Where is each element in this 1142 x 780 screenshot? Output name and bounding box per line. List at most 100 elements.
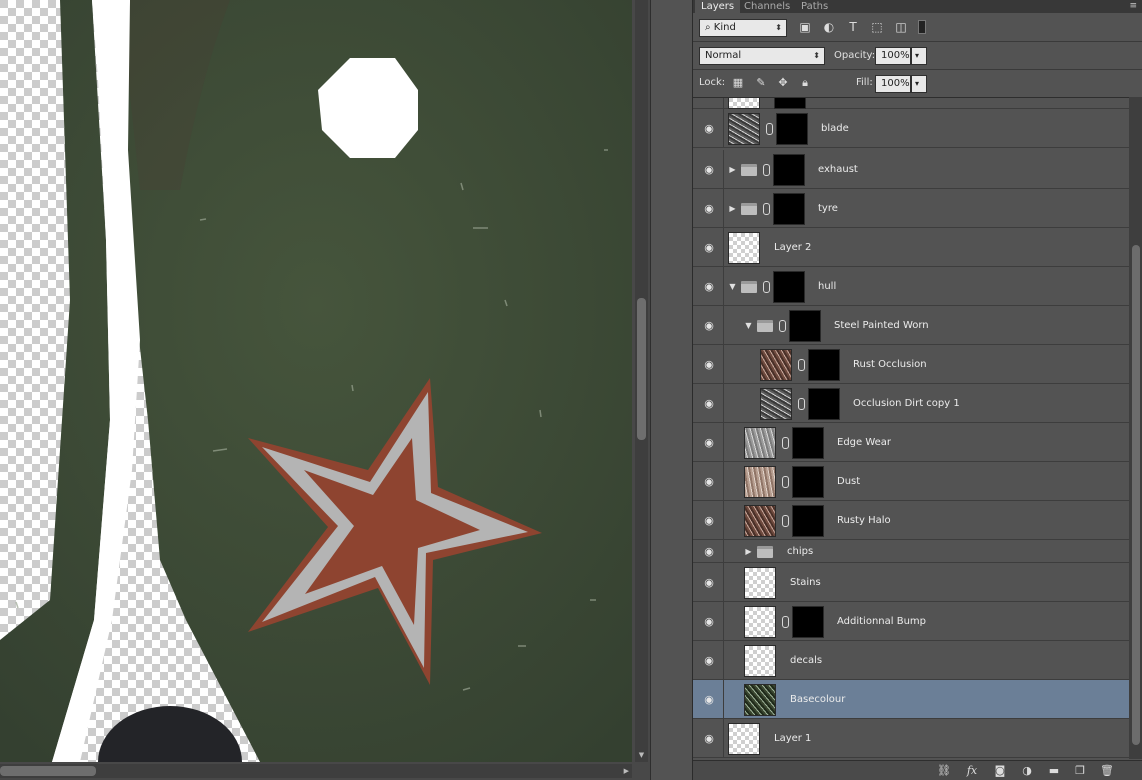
- layer-row[interactable]: ◉ Dust: [693, 462, 1129, 501]
- layer-mask-thumbnail[interactable]: [808, 348, 840, 381]
- pixel-filter-icon[interactable]: ▣: [798, 20, 812, 34]
- layer-thumbnail[interactable]: [744, 605, 776, 638]
- layer-name[interactable]: chips: [787, 546, 813, 557]
- layer-row[interactable]: ◉ Rusty Halo: [693, 501, 1129, 540]
- layer-row[interactable]: ◉ Edge Wear: [693, 423, 1129, 462]
- visibility-eye-icon[interactable]: ◉: [702, 616, 716, 627]
- panel-menu-icon[interactable]: ≡: [1129, 0, 1137, 13]
- smart-object-filter-icon[interactable]: ◫: [894, 20, 908, 34]
- layer-row[interactable]: ◉ Stains: [693, 563, 1129, 602]
- mask-link-chain-icon[interactable]: [782, 436, 789, 449]
- collapse-triangle-icon[interactable]: ▼: [728, 282, 737, 291]
- expand-triangle-icon[interactable]: ▶: [744, 547, 753, 556]
- mask-link-chain-icon[interactable]: [763, 202, 770, 215]
- mask-link-chain-icon[interactable]: [779, 319, 786, 332]
- layer-row[interactable]: ◉ Rust Occlusion: [693, 345, 1129, 384]
- layer-row[interactable]: ◉ blade: [693, 109, 1129, 148]
- new-group-folder-icon[interactable]: ▬: [1047, 764, 1061, 778]
- canvas-horizontal-scrollbar[interactable]: ▶: [0, 764, 632, 778]
- mask-link-chain-icon[interactable]: [763, 280, 770, 293]
- expand-triangle-icon[interactable]: ▶: [728, 165, 737, 174]
- visibility-eye-icon[interactable]: ◉: [702, 281, 716, 292]
- visibility-eye-icon[interactable]: ◉: [702, 577, 716, 588]
- layer-name[interactable]: Rust Occlusion: [853, 359, 927, 370]
- collapse-triangle-icon[interactable]: ▼: [744, 321, 753, 330]
- layer-name[interactable]: Rusty Halo: [837, 515, 891, 526]
- layer-thumbnail[interactable]: [744, 465, 776, 498]
- layer-row[interactable]: ◉ ▼ Steel Painted Worn: [693, 306, 1129, 345]
- layers-vscroll-thumb[interactable]: [1132, 245, 1140, 745]
- lock-all-padlock-icon[interactable]: 🔒︎: [798, 76, 812, 90]
- layer-name[interactable]: tyre: [818, 203, 838, 214]
- layer-name[interactable]: Steel Painted Worn: [834, 320, 929, 331]
- layer-row[interactable]: ◉ Basecolour: [693, 680, 1129, 719]
- fx-layer-style-icon[interactable]: fx: [965, 764, 979, 778]
- canvas-vertical-scrollbar[interactable]: ▼: [635, 0, 648, 762]
- scroll-down-arrow-icon[interactable]: ▼: [637, 751, 646, 760]
- visibility-eye-icon[interactable]: ◉: [702, 203, 716, 214]
- canvas-vscroll-thumb[interactable]: [637, 298, 646, 440]
- layer-name[interactable]: Layer 1: [774, 733, 811, 744]
- filter-kind-select[interactable]: ⌕ Kind ⬍: [699, 19, 787, 37]
- new-layer-icon[interactable]: ❐: [1073, 764, 1087, 778]
- mask-link-chain-icon[interactable]: [782, 514, 789, 527]
- opacity-dropdown-button[interactable]: ▾: [911, 47, 927, 65]
- lock-image-brush-icon[interactable]: ✎: [754, 76, 768, 90]
- layer-name[interactable]: decals: [790, 655, 822, 666]
- lock-transparency-icon[interactable]: ▦: [731, 76, 745, 90]
- layer-row[interactable]: ◉ Layer 2: [693, 228, 1129, 267]
- layer-row-clipped[interactable]: [693, 98, 1129, 109]
- tab-paths[interactable]: Paths: [795, 0, 834, 13]
- layer-row[interactable]: ◉ Additionnal Bump: [693, 602, 1129, 641]
- blend-mode-select[interactable]: Normal ⬍: [699, 47, 825, 65]
- visibility-eye-icon[interactable]: ◉: [702, 242, 716, 253]
- visibility-eye-icon[interactable]: ◉: [702, 437, 716, 448]
- layer-row[interactable]: ◉ Occlusion Dirt copy 1: [693, 384, 1129, 423]
- layer-mask-thumbnail[interactable]: [808, 387, 840, 420]
- adjustment-filter-icon[interactable]: ◐: [822, 20, 836, 34]
- visibility-eye-icon[interactable]: ◉: [702, 733, 716, 744]
- visibility-eye-icon[interactable]: ◉: [702, 546, 716, 557]
- layer-mask-thumbnail[interactable]: [792, 504, 824, 537]
- layer-mask-thumbnail[interactable]: [792, 605, 824, 638]
- adjustment-layer-icon[interactable]: ◑: [1020, 764, 1034, 778]
- mask-link-chain-icon[interactable]: [798, 358, 805, 371]
- visibility-eye-icon[interactable]: ◉: [702, 398, 716, 409]
- mask-link-chain-icon[interactable]: [798, 397, 805, 410]
- mask-link-chain-icon[interactable]: [782, 475, 789, 488]
- layer-thumbnail[interactable]: [760, 348, 792, 381]
- layer-name[interactable]: blade: [821, 123, 849, 134]
- visibility-eye-icon[interactable]: ◉: [702, 694, 716, 705]
- layer-thumbnail[interactable]: [744, 504, 776, 537]
- fill-dropdown-button[interactable]: ▾: [911, 75, 927, 93]
- layer-name[interactable]: exhaust: [818, 164, 858, 175]
- layer-name[interactable]: Layer 2: [774, 242, 811, 253]
- layer-mask-thumbnail[interactable]: [773, 153, 805, 186]
- layer-thumbnail[interactable]: [728, 112, 760, 145]
- layer-name[interactable]: Basecolour: [790, 694, 845, 705]
- layer-mask-thumbnail[interactable]: [789, 309, 821, 342]
- layer-mask-thumbnail[interactable]: [792, 465, 824, 498]
- add-mask-icon[interactable]: ◙: [993, 764, 1007, 778]
- layer-mask-thumbnail[interactable]: [776, 112, 808, 145]
- mask-link-chain-icon[interactable]: [766, 122, 773, 135]
- layers-vertical-scrollbar[interactable]: [1129, 97, 1142, 759]
- canvas-hscroll-thumb[interactable]: [0, 766, 96, 776]
- scroll-right-arrow-icon[interactable]: ▶: [624, 766, 629, 776]
- layer-name[interactable]: Stains: [790, 577, 821, 588]
- layer-row[interactable]: ◉ ▼ hull: [693, 267, 1129, 306]
- layer-mask-thumbnail[interactable]: [773, 270, 805, 303]
- filter-toggle-icon[interactable]: [918, 20, 926, 34]
- mask-link-chain-icon[interactable]: [782, 615, 789, 628]
- visibility-eye-icon[interactable]: ◉: [702, 515, 716, 526]
- document-canvas[interactable]: [0, 0, 632, 762]
- layer-thumbnail[interactable]: [744, 683, 776, 716]
- link-layers-icon[interactable]: ⛓: [937, 764, 951, 778]
- layer-thumbnail[interactable]: [744, 426, 776, 459]
- layer-thumbnail[interactable]: [744, 644, 776, 677]
- layer-thumbnail[interactable]: [760, 387, 792, 420]
- opacity-input[interactable]: 100%: [875, 47, 911, 65]
- delete-trash-icon[interactable]: 🗑︎: [1100, 764, 1114, 778]
- visibility-eye-icon[interactable]: ◉: [702, 655, 716, 666]
- layer-thumbnail[interactable]: [728, 722, 760, 755]
